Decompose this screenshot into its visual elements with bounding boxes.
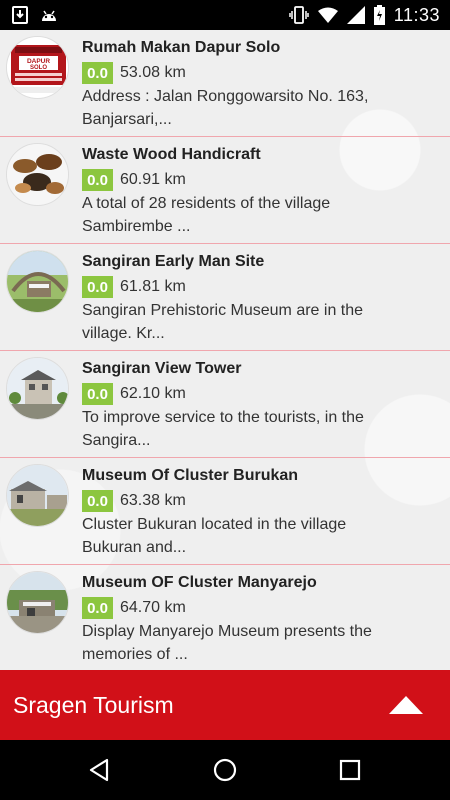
description-line: Address : Jalan Ronggowarsito No. 163, bbox=[82, 88, 369, 105]
description-line: Sangira... bbox=[82, 432, 151, 449]
rating-line: 0.0 64.70 km bbox=[82, 597, 442, 619]
description-line: Cluster Bukuran located in the village bbox=[82, 516, 347, 533]
status-bar-right: 11:33 bbox=[289, 5, 440, 26]
rating-line: 0.0 61.81 km bbox=[82, 276, 442, 298]
place-description: Cluster Bukuran located in the village B… bbox=[82, 513, 442, 559]
place-description: A total of 28 residents of the village S… bbox=[82, 192, 442, 238]
android-icon bbox=[40, 7, 58, 23]
place-description: Display Manyarejo Museum presents the me… bbox=[82, 620, 442, 666]
place-title: Sangiran Early Man Site bbox=[82, 253, 265, 270]
download-icon bbox=[12, 6, 28, 24]
place-thumbnail bbox=[6, 464, 69, 527]
place-distance: 64.70 km bbox=[120, 599, 186, 616]
place-list-item[interactable]: Museum Of Cluster Burukan 0.0 63.38 km C… bbox=[0, 458, 450, 565]
app-title: Sragen Tourism bbox=[13, 691, 174, 718]
places-list[interactable]: DAPUR SOLO Rumah Makan Dapur Solo 0.0 53… bbox=[0, 30, 450, 670]
place-distance: 60.91 km bbox=[120, 171, 186, 188]
place-list-item[interactable]: Sangiran View Tower 0.0 62.10 km To impr… bbox=[0, 351, 450, 458]
description-line: Banjarsari,... bbox=[82, 111, 172, 128]
place-distance: 62.10 km bbox=[120, 385, 186, 402]
battery-icon bbox=[373, 5, 385, 25]
place-info: Sangiran Early Man Site 0.0 61.81 km San… bbox=[82, 252, 442, 345]
place-info: Sangiran View Tower 0.0 62.10 km To impr… bbox=[82, 359, 442, 452]
description-line: village. Kr... bbox=[82, 325, 165, 342]
wifi-icon bbox=[317, 7, 338, 23]
place-thumbnail bbox=[6, 357, 69, 420]
place-list-item[interactable]: Museum OF Cluster Manyarejo 0.0 64.70 km… bbox=[0, 565, 450, 670]
place-description: Address : Jalan Ronggowarsito No. 163, B… bbox=[82, 85, 442, 131]
vibrate-icon bbox=[289, 6, 309, 24]
place-info: Rumah Makan Dapur Solo 0.0 53.08 km Addr… bbox=[82, 38, 442, 131]
rating-badge: 0.0 bbox=[82, 62, 113, 84]
recents-icon[interactable] bbox=[335, 755, 365, 785]
place-list-item[interactable]: DAPUR SOLO Rumah Makan Dapur Solo 0.0 53… bbox=[0, 30, 450, 137]
status-bar: 11:33 bbox=[0, 0, 450, 30]
place-title: Museum OF Cluster Manyarejo bbox=[82, 574, 317, 591]
place-distance: 61.81 km bbox=[120, 278, 186, 295]
description-line: To improve service to the tourists, in t… bbox=[82, 409, 364, 426]
triangle-up-icon[interactable] bbox=[389, 695, 423, 715]
status-bar-left bbox=[12, 6, 58, 24]
place-thumbnail: DAPUR SOLO bbox=[6, 36, 69, 99]
place-thumbnail bbox=[6, 571, 69, 634]
place-list-item[interactable]: Sangiran Early Man Site 0.0 61.81 km San… bbox=[0, 244, 450, 351]
description-line: Bukuran and... bbox=[82, 539, 187, 556]
rating-badge: 0.0 bbox=[82, 276, 113, 298]
rating-line: 0.0 63.38 km bbox=[82, 490, 442, 512]
place-description: Sangiran Prehistoric Museum are in the v… bbox=[82, 299, 442, 345]
rating-badge: 0.0 bbox=[82, 383, 113, 405]
rating-line: 0.0 62.10 km bbox=[82, 383, 442, 405]
back-icon[interactable] bbox=[84, 755, 114, 785]
place-title: Sangiran View Tower bbox=[82, 360, 242, 377]
place-title: Rumah Makan Dapur Solo bbox=[82, 39, 281, 56]
place-distance: 53.08 km bbox=[120, 64, 186, 81]
logo-text-line2: SOLO bbox=[30, 65, 47, 71]
home-icon[interactable] bbox=[210, 755, 240, 785]
rating-line: 0.0 60.91 km bbox=[82, 169, 442, 191]
app-bar[interactable]: Sragen Tourism bbox=[0, 670, 450, 740]
rating-line: 0.0 53.08 km bbox=[82, 62, 442, 84]
description-line: Display Manyarejo Museum presents the bbox=[82, 623, 372, 640]
rating-badge: 0.0 bbox=[82, 169, 113, 191]
place-thumbnail bbox=[6, 250, 69, 313]
signal-icon bbox=[346, 6, 365, 24]
logo-text-line1: DAPUR bbox=[27, 58, 50, 65]
place-list-item[interactable]: Waste Wood Handicraft 0.0 60.91 km A tot… bbox=[0, 137, 450, 244]
navigation-bar bbox=[0, 740, 450, 800]
place-description: To improve service to the tourists, in t… bbox=[82, 406, 442, 452]
rating-badge: 0.0 bbox=[82, 597, 113, 619]
place-info: Waste Wood Handicraft 0.0 60.91 km A tot… bbox=[82, 145, 442, 238]
place-title: Waste Wood Handicraft bbox=[82, 146, 261, 163]
description-line: Sangiran Prehistoric Museum are in the bbox=[82, 302, 364, 319]
place-info: Museum Of Cluster Burukan 0.0 63.38 km C… bbox=[82, 466, 442, 559]
rating-badge: 0.0 bbox=[82, 490, 113, 512]
place-distance: 63.38 km bbox=[120, 492, 186, 509]
description-line: A total of 28 residents of the village bbox=[82, 195, 331, 212]
place-info: Museum OF Cluster Manyarejo 0.0 64.70 km… bbox=[82, 573, 442, 666]
status-time: 11:33 bbox=[393, 4, 440, 25]
place-title: Museum Of Cluster Burukan bbox=[82, 467, 299, 484]
description-line: Sambirembe ... bbox=[82, 218, 191, 235]
place-thumbnail bbox=[6, 143, 69, 206]
description-line: memories of ... bbox=[82, 646, 188, 663]
